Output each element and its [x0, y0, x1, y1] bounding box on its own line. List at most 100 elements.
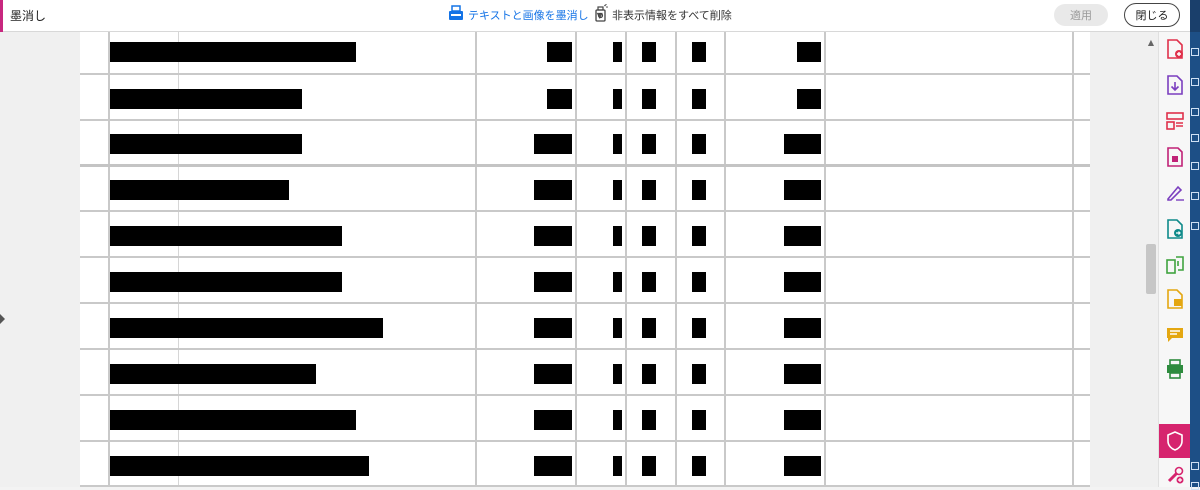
- panel-toggle-icon[interactable]: [1191, 482, 1199, 490]
- table-column-divider: [1072, 32, 1074, 487]
- table-column-divider: [475, 32, 477, 487]
- redaction-mark[interactable]: [110, 89, 302, 109]
- redaction-mark[interactable]: [547, 89, 572, 109]
- table-column-divider: [625, 32, 627, 487]
- scroll-up-arrow-icon[interactable]: ▲: [1144, 38, 1158, 48]
- remove-hidden-info-button[interactable]: 非表示情報をすべて削除: [594, 3, 732, 25]
- redaction-mark[interactable]: [692, 456, 706, 476]
- rail-button-edit-pdf[interactable]: [1164, 254, 1186, 276]
- redaction-mark[interactable]: [642, 42, 656, 62]
- redaction-mark[interactable]: [784, 410, 821, 430]
- rail-button-fill-sign[interactable]: [1164, 182, 1186, 204]
- redaction-mark[interactable]: [797, 42, 821, 62]
- redaction-mark[interactable]: [784, 134, 821, 154]
- redaction-mark[interactable]: [534, 456, 572, 476]
- redaction-mark[interactable]: [534, 226, 572, 246]
- redaction-mark[interactable]: [547, 42, 572, 62]
- rail-button-compress-pdf[interactable]: [1164, 146, 1186, 168]
- redaction-mark[interactable]: [110, 180, 289, 200]
- table-row-divider: [80, 119, 1090, 121]
- rail-button-more-tools[interactable]: [1164, 464, 1186, 486]
- redaction-mark[interactable]: [110, 410, 356, 430]
- document-viewport[interactable]: [0, 32, 1144, 487]
- redaction-mark[interactable]: [784, 364, 821, 384]
- redaction-mark[interactable]: [110, 318, 383, 338]
- redaction-mark[interactable]: [784, 226, 821, 246]
- redaction-mark[interactable]: [613, 89, 622, 109]
- redaction-mark[interactable]: [110, 456, 369, 476]
- redaction-mark[interactable]: [692, 410, 706, 430]
- rail-button-redact[interactable]: [1159, 424, 1191, 458]
- redaction-mark[interactable]: [797, 89, 821, 109]
- panel-toggle-icon[interactable]: [1191, 108, 1199, 116]
- rail-button-export-pdf[interactable]: [1164, 74, 1186, 96]
- redaction-mark[interactable]: [613, 410, 622, 430]
- redaction-mark[interactable]: [692, 89, 706, 109]
- redaction-mark[interactable]: [642, 134, 656, 154]
- redaction-mark[interactable]: [784, 456, 821, 476]
- redaction-mark[interactable]: [534, 364, 572, 384]
- redaction-mark[interactable]: [110, 226, 342, 246]
- redaction-mark[interactable]: [784, 318, 821, 338]
- redaction-mark[interactable]: [692, 134, 706, 154]
- redaction-mark[interactable]: [784, 180, 821, 200]
- rail-button-protect[interactable]: [1164, 358, 1186, 380]
- redaction-mark[interactable]: [110, 134, 302, 154]
- redaction-mark[interactable]: [642, 364, 656, 384]
- rail-button-create-pdf[interactable]: [1164, 38, 1186, 60]
- table-row-divider: [80, 256, 1090, 258]
- redact-text-images-button[interactable]: テキストと画像を墨消し ▼: [448, 5, 603, 25]
- redaction-mark[interactable]: [642, 456, 656, 476]
- vertical-scrollbar[interactable]: ▲: [1144, 32, 1158, 487]
- redaction-mark[interactable]: [613, 134, 622, 154]
- redaction-mark[interactable]: [692, 364, 706, 384]
- redaction-mark[interactable]: [110, 42, 356, 62]
- print-production-icon: [1166, 327, 1184, 343]
- redaction-mark[interactable]: [692, 226, 706, 246]
- panel-toggle-icon[interactable]: [1191, 78, 1199, 86]
- rail-button-send-for-review[interactable]: [1164, 218, 1186, 240]
- redaction-mark[interactable]: [613, 364, 622, 384]
- redaction-mark[interactable]: [613, 42, 622, 62]
- redaction-mark[interactable]: [534, 134, 572, 154]
- apply-button[interactable]: 適用: [1054, 4, 1108, 26]
- redaction-mark[interactable]: [534, 410, 572, 430]
- remove-hidden-info-label: 非表示情報をすべて削除: [612, 9, 732, 22]
- redaction-mark[interactable]: [613, 226, 622, 246]
- panel-toggle-icon[interactable]: [1191, 462, 1199, 470]
- left-panel-toggle-icon[interactable]: [0, 314, 5, 324]
- redaction-mark[interactable]: [613, 318, 622, 338]
- scroll-thumb[interactable]: [1146, 244, 1156, 294]
- redaction-mark[interactable]: [534, 180, 572, 200]
- redaction-mark[interactable]: [534, 318, 572, 338]
- redaction-mark[interactable]: [642, 89, 656, 109]
- redaction-mark[interactable]: [692, 42, 706, 62]
- toolbar-accent: [0, 0, 3, 32]
- redaction-mark[interactable]: [642, 318, 656, 338]
- redaction-mark[interactable]: [642, 180, 656, 200]
- redaction-mark[interactable]: [784, 272, 821, 292]
- rail-button-comment[interactable]: [1164, 288, 1186, 310]
- panel-toggle-icon[interactable]: [1191, 192, 1199, 200]
- redaction-mark[interactable]: [692, 180, 706, 200]
- pdf-page[interactable]: [80, 32, 1090, 487]
- rail-button-print-production[interactable]: [1164, 324, 1186, 346]
- redaction-mark[interactable]: [613, 180, 622, 200]
- panel-toggle-icon[interactable]: [1191, 134, 1199, 142]
- redaction-mark[interactable]: [110, 272, 342, 292]
- panel-toggle-icon[interactable]: [1191, 48, 1199, 56]
- redaction-mark[interactable]: [642, 272, 656, 292]
- redaction-mark[interactable]: [613, 272, 622, 292]
- close-button[interactable]: 閉じる: [1124, 3, 1180, 27]
- redaction-mark[interactable]: [642, 410, 656, 430]
- rail-button-organize-pages[interactable]: [1164, 110, 1186, 132]
- redaction-mark[interactable]: [534, 272, 572, 292]
- table-row-divider: [80, 394, 1090, 396]
- redaction-mark[interactable]: [692, 318, 706, 338]
- redaction-mark[interactable]: [642, 226, 656, 246]
- redaction-mark[interactable]: [110, 364, 316, 384]
- panel-toggle-icon[interactable]: [1191, 162, 1199, 170]
- redaction-mark[interactable]: [613, 456, 622, 476]
- redaction-mark[interactable]: [692, 272, 706, 292]
- panel-toggle-icon[interactable]: [1191, 222, 1199, 230]
